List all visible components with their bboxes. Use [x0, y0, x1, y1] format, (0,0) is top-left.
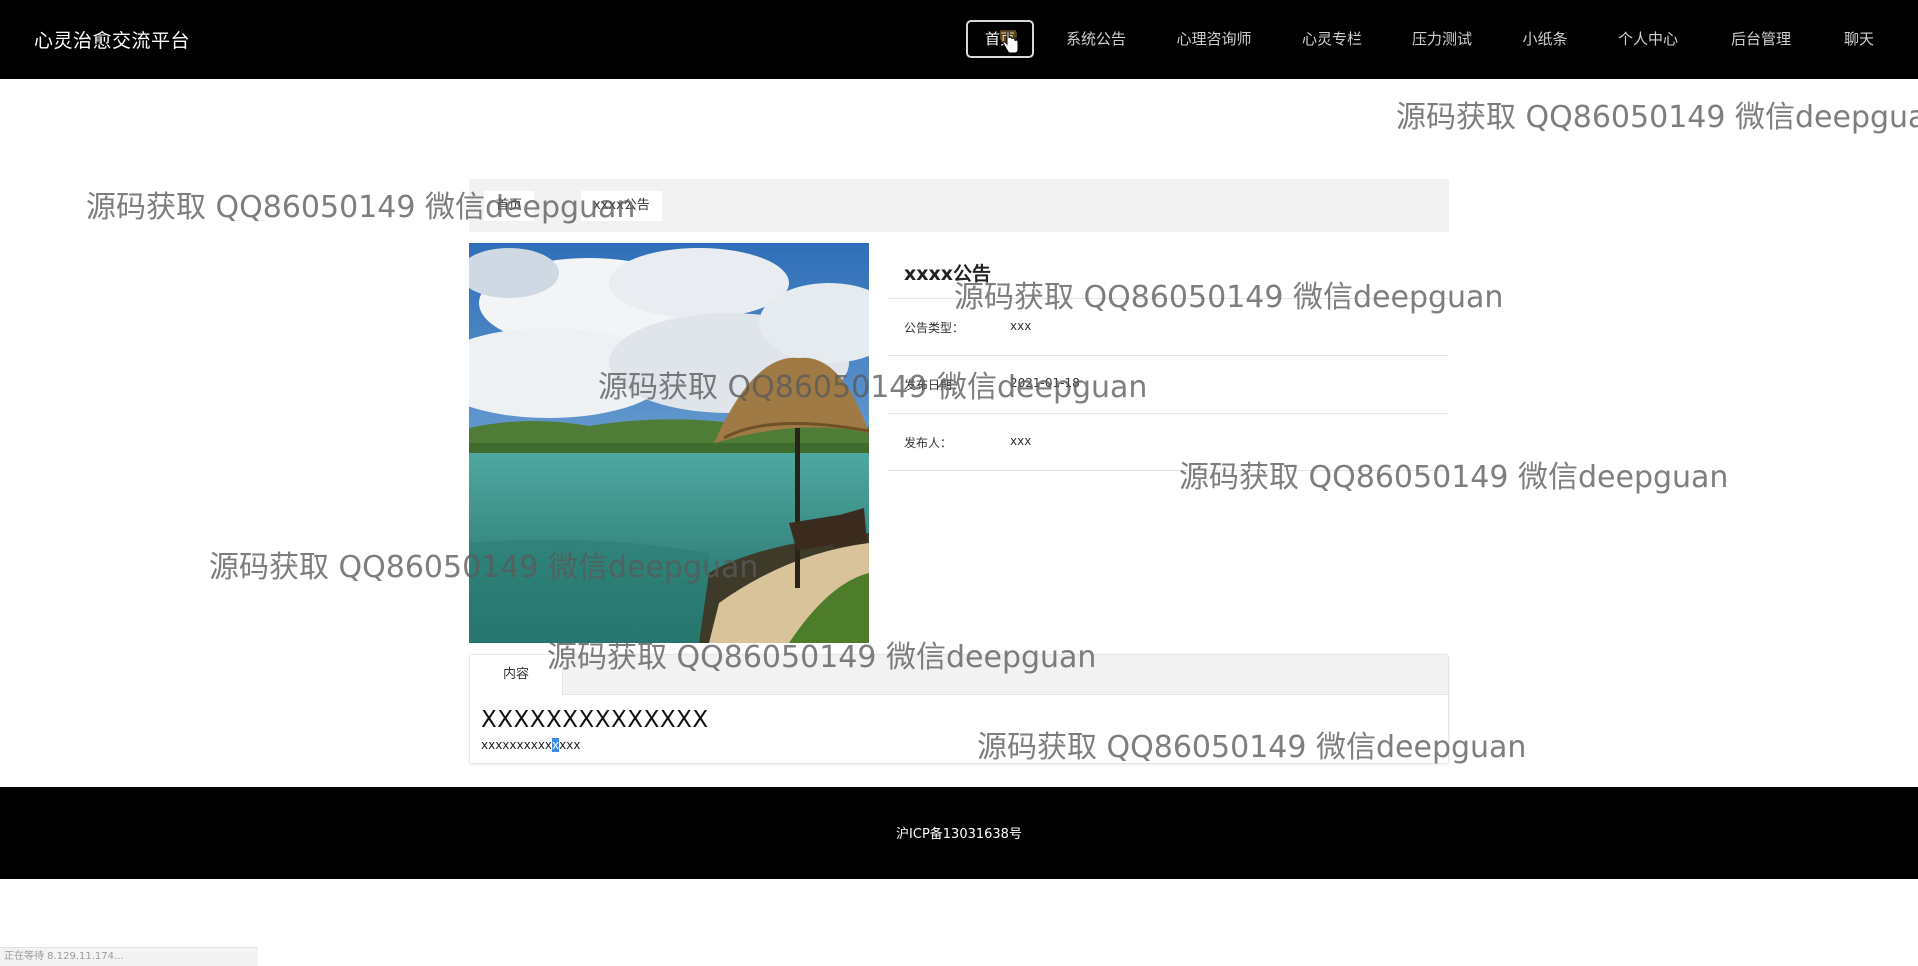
nav-item-personal-center[interactable]: 个人中心 — [1609, 20, 1687, 58]
footer: 沪ICP备13031638号 — [0, 787, 1918, 879]
announcement-image — [469, 243, 869, 643]
footer-icp[interactable]: 沪ICP备13031638号 — [0, 823, 1918, 842]
announcement-detail: xxxx公告 公告类型： xxx 发布日期： 2021-01-18 发布人： x… — [888, 243, 1449, 473]
content-text-before: xxxxxxxxxx — [481, 738, 553, 752]
detail-label-date: 发布日期： — [904, 378, 965, 392]
nav-item-stress-test[interactable]: 压力测试 — [1403, 20, 1481, 58]
nav-item-column[interactable]: 心灵专栏 — [1293, 20, 1371, 58]
watermark: 源码获取 QQ86050149 微信deepguan — [1396, 100, 1918, 135]
nav-item-announcements[interactable]: 系统公告 — [1057, 20, 1135, 58]
top-navbar: 心灵治愈交流平台 首页 系统公告 心理咨询师 心灵专栏 压力测试 小纸条 个人中… — [0, 0, 1918, 79]
content-tab-bar: 内容 — [470, 655, 1448, 696]
detail-divider — [888, 470, 1449, 471]
content-heading: XXXXXXXXXXXXXX — [481, 707, 709, 733]
content-text-after: xxx — [559, 738, 581, 752]
nav-item-counselors[interactable]: 心理咨询师 — [1168, 20, 1260, 58]
hand-cursor-icon — [1000, 30, 1019, 54]
beach-scene-image — [469, 243, 869, 643]
detail-row-type: 公告类型： xxx — [888, 298, 1449, 355]
nav-item-notes[interactable]: 小纸条 — [1514, 20, 1576, 58]
nav-item-admin[interactable]: 后台管理 — [1722, 20, 1800, 58]
detail-row-date: 发布日期： 2021-01-18 — [888, 355, 1449, 412]
content-panel: 内容 XXXXXXXXXXXXXX xxxxxxxxxxxxxx — [469, 654, 1449, 764]
breadcrumb: 首页 xxxx公告 — [469, 179, 1449, 232]
site-title[interactable]: 心灵治愈交流平台 — [34, 26, 190, 53]
announcement-title: xxxx公告 — [904, 263, 992, 285]
content-text: xxxxxxxxxxxxxx — [481, 738, 580, 752]
breadcrumb-current[interactable]: xxxx公告 — [581, 191, 662, 221]
nav-item-chat[interactable]: 聊天 — [1835, 20, 1883, 58]
detail-value-publisher: xxx — [1010, 434, 1032, 448]
detail-row-publisher: 发布人： xxx — [888, 413, 1449, 470]
browser-status-bar: 正在等待 8.129.11.174... — [0, 947, 258, 966]
detail-value-date: 2021-01-18 — [1010, 376, 1080, 390]
detail-value-type: xxx — [1010, 319, 1032, 333]
breadcrumb-home[interactable]: 首页 — [484, 191, 535, 221]
detail-label-type: 公告类型： — [904, 321, 965, 335]
tab-content[interactable]: 内容 — [470, 655, 563, 696]
detail-label-publisher: 发布人： — [904, 436, 953, 450]
